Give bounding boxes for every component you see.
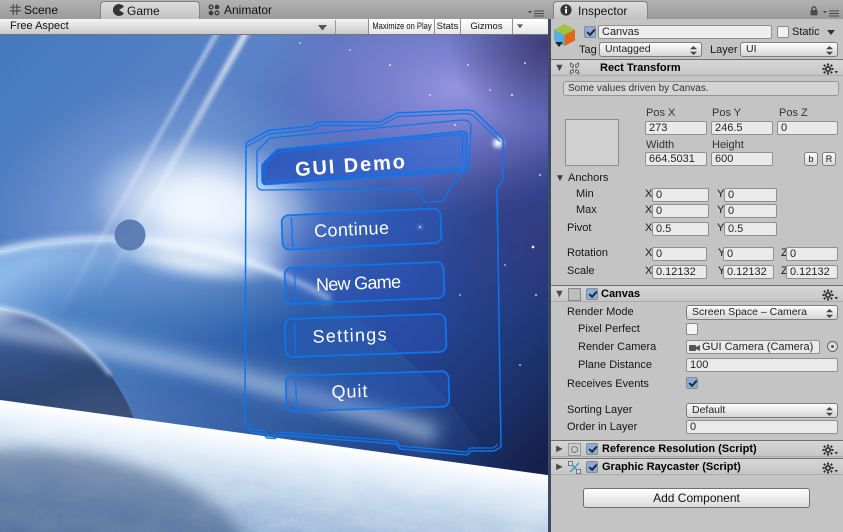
svg-text:New Game: New Game xyxy=(316,272,403,295)
svg-text:Continue: Continue xyxy=(314,218,391,241)
svg-text:Settings: Settings xyxy=(312,324,388,346)
svg-text:Quit: Quit xyxy=(331,381,369,402)
